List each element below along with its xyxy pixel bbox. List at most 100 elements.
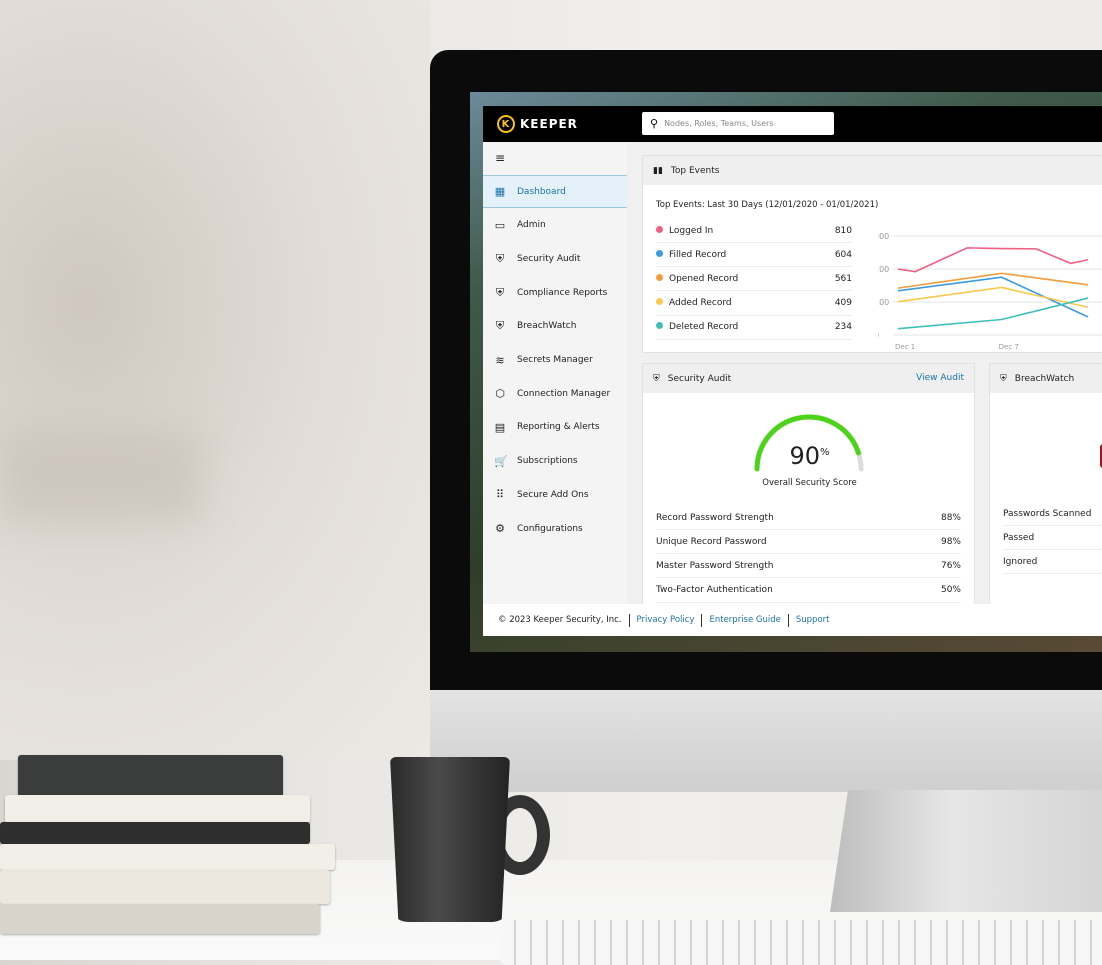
sidebar-item-label: Connection Manager <box>517 388 611 399</box>
event-label: Logged In <box>669 225 714 236</box>
search-input[interactable]: ⚲ Nodes, Roles, Teams, Users <box>642 112 834 135</box>
coffee-mug <box>390 757 510 922</box>
keeper-logo-icon: K <box>497 115 515 133</box>
sidebar-item-label: Compliance Reports <box>517 287 608 298</box>
sidebar-item-label: Dashboard <box>517 186 566 197</box>
background-shelf <box>0 430 200 520</box>
breachwatch-label: Passwords Scanned <box>1003 508 1092 519</box>
audit-metric-value: 88% <box>940 512 961 523</box>
sidebar-item-reporting-alerts[interactable]: ▤ Reporting & Alerts <box>483 411 627 444</box>
audit-row: Two-Factor Authentication 50% <box>656 579 961 603</box>
audit-metric-label: Two-Factor Authentication <box>656 585 773 596</box>
breachwatch-card: ⛨ BreachWatch Passwords Scanned Passed Igno… <box>989 363 1102 608</box>
sidebar-item-label: Subscriptions <box>517 456 578 467</box>
keeper-admin-console: K KEEPER ⚲ Nodes, Roles, Teams, Users ≡ ▦ D… <box>483 106 1102 636</box>
grid-icon: ⠿ <box>495 488 505 502</box>
event-label: Deleted Record <box>669 322 739 333</box>
event-count: 604 <box>834 249 852 260</box>
security-audit-card: ⛨ Security Audit View Audit 90% Overall S… <box>642 363 975 608</box>
series-line-opened-record <box>897 272 1089 289</box>
event-count: 234 <box>834 322 852 333</box>
breachwatch-row: Passed <box>1003 526 1102 551</box>
sidebar-item-label: Reporting & Alerts <box>517 422 600 433</box>
sidebar-item-dashboard[interactable]: ▦ Dashboard <box>483 175 627 208</box>
sidebar-item-label: BreachWatch <box>517 321 577 332</box>
sidebar-item-label: Admin <box>517 220 546 231</box>
sidebar-item-admin[interactable]: ▭ Admin <box>483 209 627 242</box>
breachwatch-label: Passed <box>1003 532 1035 543</box>
monitor-stand <box>830 790 1102 912</box>
top-bar: K KEEPER ⚲ Nodes, Roles, Teams, Users <box>483 106 1102 142</box>
breachwatch-label: Ignored <box>1003 556 1038 567</box>
event-count: 561 <box>834 273 852 284</box>
audit-metric-value: 98% <box>940 536 961 547</box>
breachwatch-icon: ⛨ <box>495 319 505 333</box>
legend-dot <box>656 249 663 257</box>
sidebar-item-label: Security Audit <box>517 253 581 264</box>
shield-icon: ⛨ <box>495 251 505 265</box>
event-row: Opened Record 561 <box>656 267 852 292</box>
event-count: 810 <box>834 225 852 236</box>
event-label: Opened Record <box>669 273 739 284</box>
view-audit-link[interactable]: View Audit <box>916 373 964 383</box>
sidebar-item-secure-add-ons[interactable]: ⠿ Secure Add Ons <box>483 478 627 511</box>
background-wall <box>0 0 430 760</box>
event-row: Logged In 810 <box>656 219 852 243</box>
sidebar-item-configurations[interactable]: ⚙ Configurations <box>483 512 627 545</box>
sidebar-item-connection-manager[interactable]: ⬡ Connection Manager <box>483 377 627 410</box>
top-events-subtitle: Top Events: Last 30 Days (12/01/2020 - 0… <box>656 200 879 210</box>
audit-row: Record Password Strength 88% <box>656 506 961 530</box>
bar-chart-icon: ▮▮ <box>653 165 663 176</box>
audit-row: Unique Record Password 98% <box>656 530 961 555</box>
audit-metric-label: Unique Record Password <box>656 536 767 547</box>
sidebar-item-compliance-reports[interactable]: ⛨ Compliance Reports <box>483 276 627 309</box>
legend-dot <box>656 225 663 233</box>
x-tick-label: Dec 1 <box>895 343 915 351</box>
shield-icon: ⛨ <box>653 373 660 384</box>
keeper-logo[interactable]: K KEEPER <box>497 115 578 133</box>
book <box>0 904 320 934</box>
sidebar-item-secrets-manager[interactable]: ≋ Secrets Manager <box>483 344 627 377</box>
book <box>0 870 330 904</box>
monitor-chin <box>430 690 1102 792</box>
sidebar-item-label: Secure Add Ons <box>517 489 589 500</box>
support-link[interactable]: Support <box>796 615 830 625</box>
sidebar: ≡ ▦ Dashboard ▭ Admin ⛨ Security Audit ⛨ Compli… <box>483 142 627 604</box>
audit-metric-value: 76% <box>940 560 961 571</box>
footer: © 2023 Keeper Security, Inc. Privacy Pol… <box>483 604 1102 636</box>
sidebar-item-subscriptions[interactable]: 🛒 Subscriptions <box>483 445 627 478</box>
clipboard-icon: ▤ <box>494 420 506 434</box>
sidebar-item-security-audit[interactable]: ⛨ Security Audit <box>483 242 627 275</box>
security-score: 90% <box>789 442 830 470</box>
series-line-logged-in <box>897 247 1089 273</box>
cart-icon: 🛒 <box>494 454 508 468</box>
series-line-deleted-record <box>897 297 1089 330</box>
legend-dot <box>656 298 663 306</box>
event-row: Filled Record 604 <box>656 243 852 268</box>
hamburger-menu-icon[interactable]: ≡ <box>495 151 505 165</box>
event-label: Filled Record <box>669 249 727 260</box>
breachwatch-row: Ignored <box>1003 550 1102 575</box>
sidebar-item-breachwatch[interactable]: ⛨ BreachWatch <box>483 310 627 343</box>
privacy-policy-link[interactable]: Privacy Policy <box>637 615 695 625</box>
x-tick-label: Dec 7 <box>999 343 1019 351</box>
y-tick-label: 100 <box>878 298 889 307</box>
score-label: Overall Security Score <box>762 478 857 488</box>
audit-metric-label: Master Password Strength <box>656 560 774 571</box>
copyright: © 2023 Keeper Security, Inc. <box>498 615 622 625</box>
y-tick-label: 300 <box>878 232 889 241</box>
event-row: Added Record 409 <box>656 292 852 316</box>
event-count: 409 <box>834 298 852 309</box>
book <box>0 844 335 870</box>
legend-dot <box>656 273 663 281</box>
book <box>0 822 310 844</box>
search-icon: ⚲ <box>650 117 659 130</box>
book <box>18 755 283 797</box>
shield-check-icon: ⛨ <box>495 285 505 299</box>
y-tick-label: 200 <box>878 265 889 274</box>
event-row: Deleted Record 234 <box>656 316 852 340</box>
event-label: Added Record <box>669 298 732 309</box>
enterprise-guide-link[interactable]: Enterprise Guide <box>709 615 780 625</box>
top-events-card: ▮▮ Top Events Top Events: Last 30 Days (1… <box>642 155 1102 353</box>
keyboard <box>500 920 1102 965</box>
